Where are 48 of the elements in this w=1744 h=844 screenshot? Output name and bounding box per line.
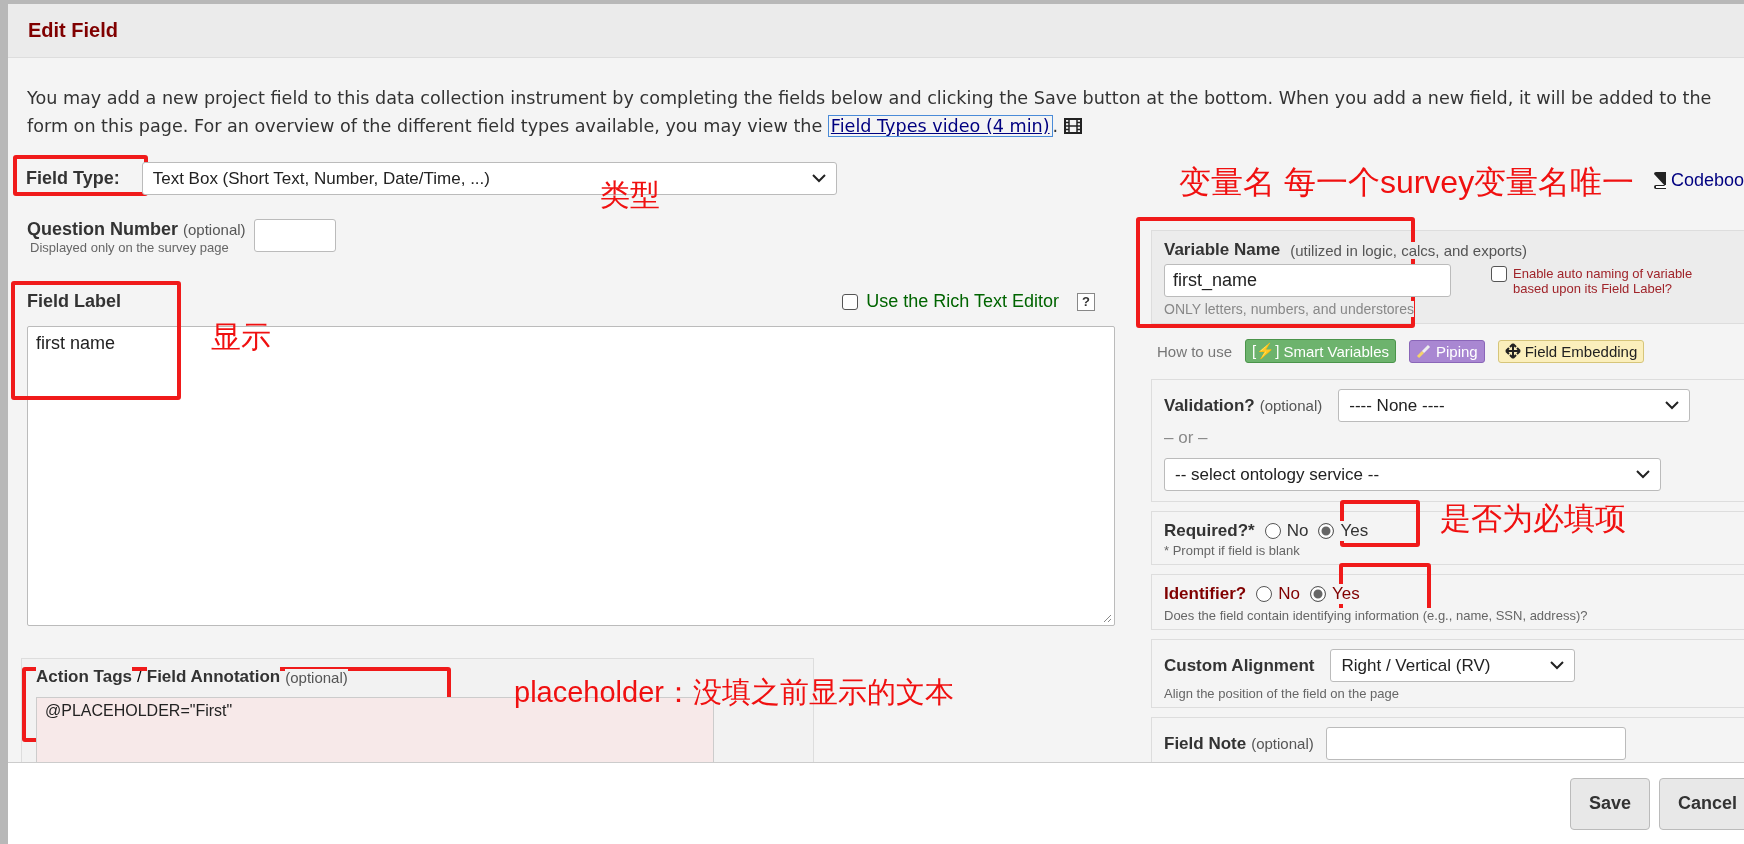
radio-button[interactable] bbox=[1264, 523, 1281, 539]
field-types-video-link[interactable]: Field Types video (4 min) bbox=[827, 115, 1053, 137]
rich-text-checkbox[interactable] bbox=[842, 293, 859, 310]
resize-grip-icon bbox=[1102, 613, 1112, 623]
ontology-select[interactable]: -- select ontology service -- bbox=[1164, 458, 1661, 491]
radio-label: Yes bbox=[1331, 584, 1360, 604]
auto-naming-checkbox[interactable] bbox=[1491, 265, 1507, 282]
annotation-text: 变量名 每一个survey变量名唯一 bbox=[1179, 166, 1635, 198]
help-button[interactable]: ? bbox=[1077, 292, 1095, 311]
optional-hint: (optional) bbox=[1259, 397, 1323, 414]
question-number-input[interactable] bbox=[253, 218, 336, 252]
radio-label: Yes bbox=[1340, 521, 1369, 541]
chevron-down-icon bbox=[1636, 470, 1650, 479]
radio-button[interactable] bbox=[1256, 586, 1273, 602]
dialog-title: Edit Field bbox=[28, 19, 118, 42]
required-label: Required?* bbox=[1164, 521, 1255, 541]
identifier-note: Does the field contain identifying information (e.g., name, SSN, address)? bbox=[1164, 608, 1588, 623]
field-embedding-button[interactable]: Field Embedding bbox=[1497, 339, 1645, 363]
rich-text-label: Use the Rich Text Editor bbox=[866, 291, 1059, 312]
save-button[interactable]: Save bbox=[1569, 777, 1650, 830]
variable-name-hint: (utilized in logic, calcs, and exports) bbox=[1290, 241, 1528, 259]
radio-button[interactable] bbox=[1318, 523, 1335, 539]
required-note: * Prompt if field is blank bbox=[1164, 543, 1300, 558]
or-text: – or – bbox=[1164, 428, 1209, 448]
question-number-label: Question Number bbox=[27, 219, 178, 240]
intro-text: You may add a new project field to this data collection instrument by completing the fields below and clicking the Save button at the bottom. When you add a new field, it will be added to the form on this page. For an overview of the different field types available, you may view the Field Types video (4 min) . bbox=[27, 87, 1713, 139]
action-tags-label: Action Tags bbox=[36, 667, 133, 687]
validation-select[interactable]: ---- None ---- bbox=[1338, 389, 1691, 422]
chevron-down-icon bbox=[1550, 661, 1565, 670]
pipette-icon bbox=[1416, 343, 1432, 359]
film-icon bbox=[1063, 118, 1082, 134]
field-type-label: Field Type: bbox=[26, 168, 120, 189]
codebook-link[interactable]: Codeboo bbox=[1652, 162, 1744, 198]
optional-hint: (optional) bbox=[183, 221, 246, 238]
radio-button[interactable] bbox=[1309, 586, 1326, 602]
alignment-select[interactable]: Right / Vertical (RV) bbox=[1330, 649, 1576, 682]
optional-hint: (optional) bbox=[1251, 735, 1314, 752]
variable-name-input[interactable]: first_name bbox=[1164, 264, 1451, 297]
cancel-button[interactable]: Cancel bbox=[1658, 777, 1744, 830]
alignment-note: Align the position of the field on the page bbox=[1164, 686, 1399, 701]
field-note-input[interactable] bbox=[1325, 727, 1626, 760]
chevron-down-icon bbox=[1665, 401, 1680, 410]
question-number-note: Displayed only on the survey page bbox=[30, 240, 229, 255]
move-arrows-icon bbox=[1504, 343, 1521, 359]
chevron-down-icon bbox=[811, 174, 826, 183]
annotation-text: 是否为必填项 bbox=[1440, 503, 1626, 534]
how-to-use-label: How to use bbox=[1157, 342, 1233, 360]
variable-name-note: ONLY letters, numbers, and understores bbox=[1164, 301, 1415, 317]
